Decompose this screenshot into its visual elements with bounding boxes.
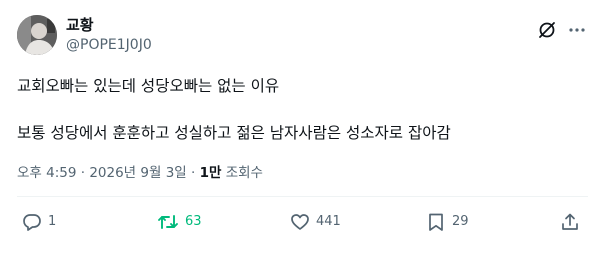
share-icon <box>560 212 580 232</box>
timestamp[interactable]: 오후 4:59 · 2026년 9월 3일 · <box>17 165 200 181</box>
share-button[interactable] <box>560 211 580 233</box>
views-count: 1만 <box>199 165 222 181</box>
tweet-meta: 오후 4:59 · 2026년 9월 3일 · 1만 조회수 <box>17 163 263 183</box>
tweet-text-line-1: 교회오빠는 있는데 성당오빠는 없는 이유 <box>17 77 280 95</box>
tweet-text-line-2: 보통 성당에서 훈훈하고 성실하고 젊은 남자사람은 성소자로 잡아감 <box>17 124 451 142</box>
author-handle[interactable]: @POPE1J0J0 <box>66 36 152 54</box>
views-label: 조회수 <box>221 165 263 181</box>
reply-button[interactable]: 1 <box>22 211 56 233</box>
bookmark-icon <box>426 212 446 232</box>
avatar[interactable] <box>17 15 57 55</box>
divider <box>17 196 588 197</box>
bookmark-count: 29 <box>452 214 469 229</box>
reply-icon <box>22 212 42 232</box>
like-button[interactable]: 441 <box>290 211 341 233</box>
more-icon[interactable] <box>566 19 588 41</box>
retweet-button[interactable]: 63 <box>157 211 202 233</box>
like-count: 441 <box>316 214 341 229</box>
grok-icon[interactable] <box>536 19 558 41</box>
author-display-name[interactable]: 교황 <box>66 15 94 35</box>
bookmark-button[interactable]: 29 <box>426 211 469 233</box>
reply-count: 1 <box>48 214 57 229</box>
tweet: 교황 @POPE1J0J0 교회오빠는 있는데 성당오빠는 없는 이유 보통 성… <box>0 0 601 255</box>
like-icon <box>290 212 310 232</box>
retweet-icon <box>157 212 179 232</box>
retweet-count: 63 <box>185 214 202 229</box>
